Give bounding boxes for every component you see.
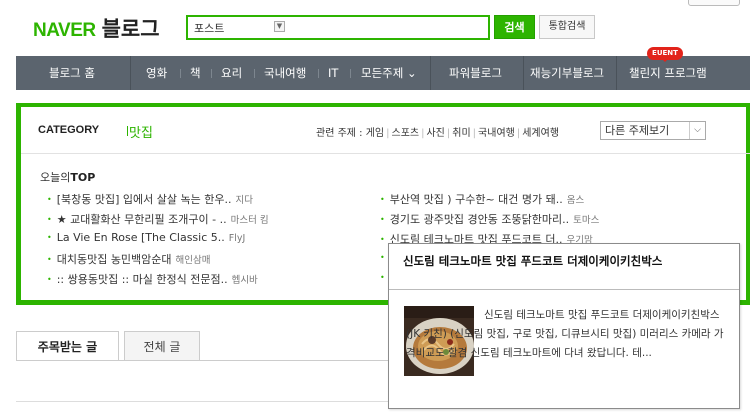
list-item[interactable]: • La Vie En Rose [The Classic 5.. FlyJ [47,231,245,244]
related-topic-world-travel[interactable]: 세계여행 [522,128,559,139]
nav-blog-home[interactable]: 블로그 홈 [49,56,95,90]
list-item[interactable]: • 경기도 광주맛집 경안동 조뚱닭한마리.. 토마스 [380,211,599,227]
nav-separator [318,69,319,78]
list-item[interactable]: • ★ 교대활화산 무한리필 조개구이 - .. 마스터 킴 [47,211,269,227]
popup-title[interactable]: 신도림 테크노마트 맛집 푸드코트 더제이케이키친박스 [403,253,731,270]
bullet-icon: • [380,195,385,204]
nav-book[interactable]: 책 [190,56,201,90]
post-author[interactable]: 옴스 [567,195,584,206]
top-right-button-cut[interactable] [688,0,740,6]
today-top-heading: 오늘의TOP [40,169,95,185]
related-topics: 관련 주제 : 게임 | 스포츠 | 사진 | 취미 | 국내여행 | 세계여행 [316,128,560,139]
post-author[interactable]: 마스터 킴 [231,215,269,226]
chevron-down-icon: ⌵ [689,122,705,139]
other-topic-select-label: 다른 주제보기 [605,124,670,137]
list-item[interactable]: •:: 쌍용동맛집 :: 마실 한정식 전문점.. 헵시바 [47,271,258,287]
naver-logo-text: NAVER [33,20,96,41]
nav-cooking[interactable]: 요리 [221,56,242,90]
nav-separator [180,69,181,78]
related-topic-sports[interactable]: 스포츠 [392,128,420,139]
post-preview-popup[interactable]: 신도림 테크노마트 맛집 푸드코트 더제이케이키친박스 신도림 테크노마트 맛집… [388,243,740,409]
post-author[interactable]: 토마스 [573,215,599,226]
nav-separator [350,69,351,78]
nav-separator [254,69,255,78]
bullet-icon: • [380,235,385,244]
nav-movie[interactable]: 영화 [146,56,167,90]
bullet-icon: • [47,275,52,284]
related-topic-game[interactable]: 게임 [366,128,384,139]
post-author[interactable]: 해인삼매 [176,255,211,266]
nav-separator [211,69,212,78]
nav-talent-blog[interactable]: 재능기부블로그 [530,56,604,90]
nav-power-blog[interactable]: 파워블로그 [449,56,502,90]
bullet-icon: • [47,195,52,204]
other-topic-select[interactable]: 다른 주제보기 ⌵ [600,121,706,140]
bullet-icon: • [380,253,385,262]
search-button[interactable]: 검색 [494,15,535,39]
tabs-divider [16,360,388,361]
tab-all[interactable]: 전체 글 [124,331,200,361]
bullet-icon: • [47,233,52,242]
nav-divider [616,56,617,90]
post-author[interactable]: 헵시바 [232,275,258,286]
nav-it[interactable]: IT [328,56,338,90]
nav-divider [430,56,431,90]
related-topic-photo[interactable]: 사진 [426,128,444,139]
naver-blog-logo[interactable]: NAVER 블로그 [33,13,160,43]
bullet-icon: • [47,215,52,224]
blog-logo-text: 블로그 [101,17,160,41]
today-prefix: 오늘의 [40,171,71,184]
post-title[interactable]: ★ 교대활화산 무한리필 조개구이 - .. [57,213,227,226]
related-topics-label: 관련 주제 : [316,128,363,139]
post-title[interactable]: 대치동맛집 농민백암순대 [57,253,172,266]
category-title: CATEGORY [38,124,100,136]
post-author[interactable]: 지다 [235,195,252,206]
current-category: 맛집 [129,126,153,141]
tab-featured[interactable]: 주목받는 글 [16,331,119,361]
nav-divider [523,56,524,90]
post-title[interactable]: La Vie En Rose [The Classic 5.. [57,231,225,244]
bullet-icon: • [380,215,385,224]
nav-all-topics[interactable]: 모든주제 ⌄ [361,56,417,90]
nav-divider [130,56,131,90]
chevron-down-icon[interactable]: ▼ [274,21,285,32]
category-marker [127,126,128,136]
related-topic-domestic-travel[interactable]: 국내여행 [478,128,515,139]
nav-domestic-travel[interactable]: 국내여행 [264,56,306,90]
category-divider [21,153,750,154]
search-scope-select[interactable]: 포스트 ▼ [194,20,285,35]
related-topic-hobby[interactable]: 취미 [452,128,470,139]
post-title[interactable]: [북창동 맛집] 입에서 살살 녹는 한우.. [57,193,232,206]
post-title[interactable]: 부산역 맛집 ) 구수한~ 대건 명가 돼.. [390,193,563,206]
search-scope-label: 포스트 [194,22,225,35]
list-item[interactable]: • 부산역 맛집 ) 구수한~ 대건 명가 돼.. 옴스 [380,191,584,207]
content-divider [16,401,388,402]
post-title[interactable]: 경기도 광주맛집 경안동 조뚱닭한마리.. [390,213,569,226]
post-title[interactable]: :: 쌍용동맛집 :: 마실 한정식 전문점.. [57,273,228,286]
main-navigation: 블로그 홈 영화 책 요리 국내여행 IT 모든주제 ⌄ 파워블로그 재능기부블… [16,56,750,90]
event-badge: EUENT [647,47,683,62]
search-input-box[interactable]: 포스트 ▼ [186,15,490,40]
popup-divider [389,289,739,290]
bullet-icon: • [47,255,52,264]
list-item[interactable]: • 대치동맛집 농민백암순대 해인삼매 [47,251,211,267]
post-author[interactable]: FlyJ [229,233,246,244]
popup-description[interactable]: 신도림 테크노마트 맛집 푸드코트 더제이케이키친박스(JK 키친) (신도림 … [406,306,731,363]
total-search-button[interactable]: 통합검색 [539,15,595,39]
bullet-icon: • [380,273,385,282]
top-label: TOP [70,171,96,184]
list-item[interactable]: • [북창동 맛집] 입에서 살살 녹는 한우.. 지다 [47,191,253,207]
